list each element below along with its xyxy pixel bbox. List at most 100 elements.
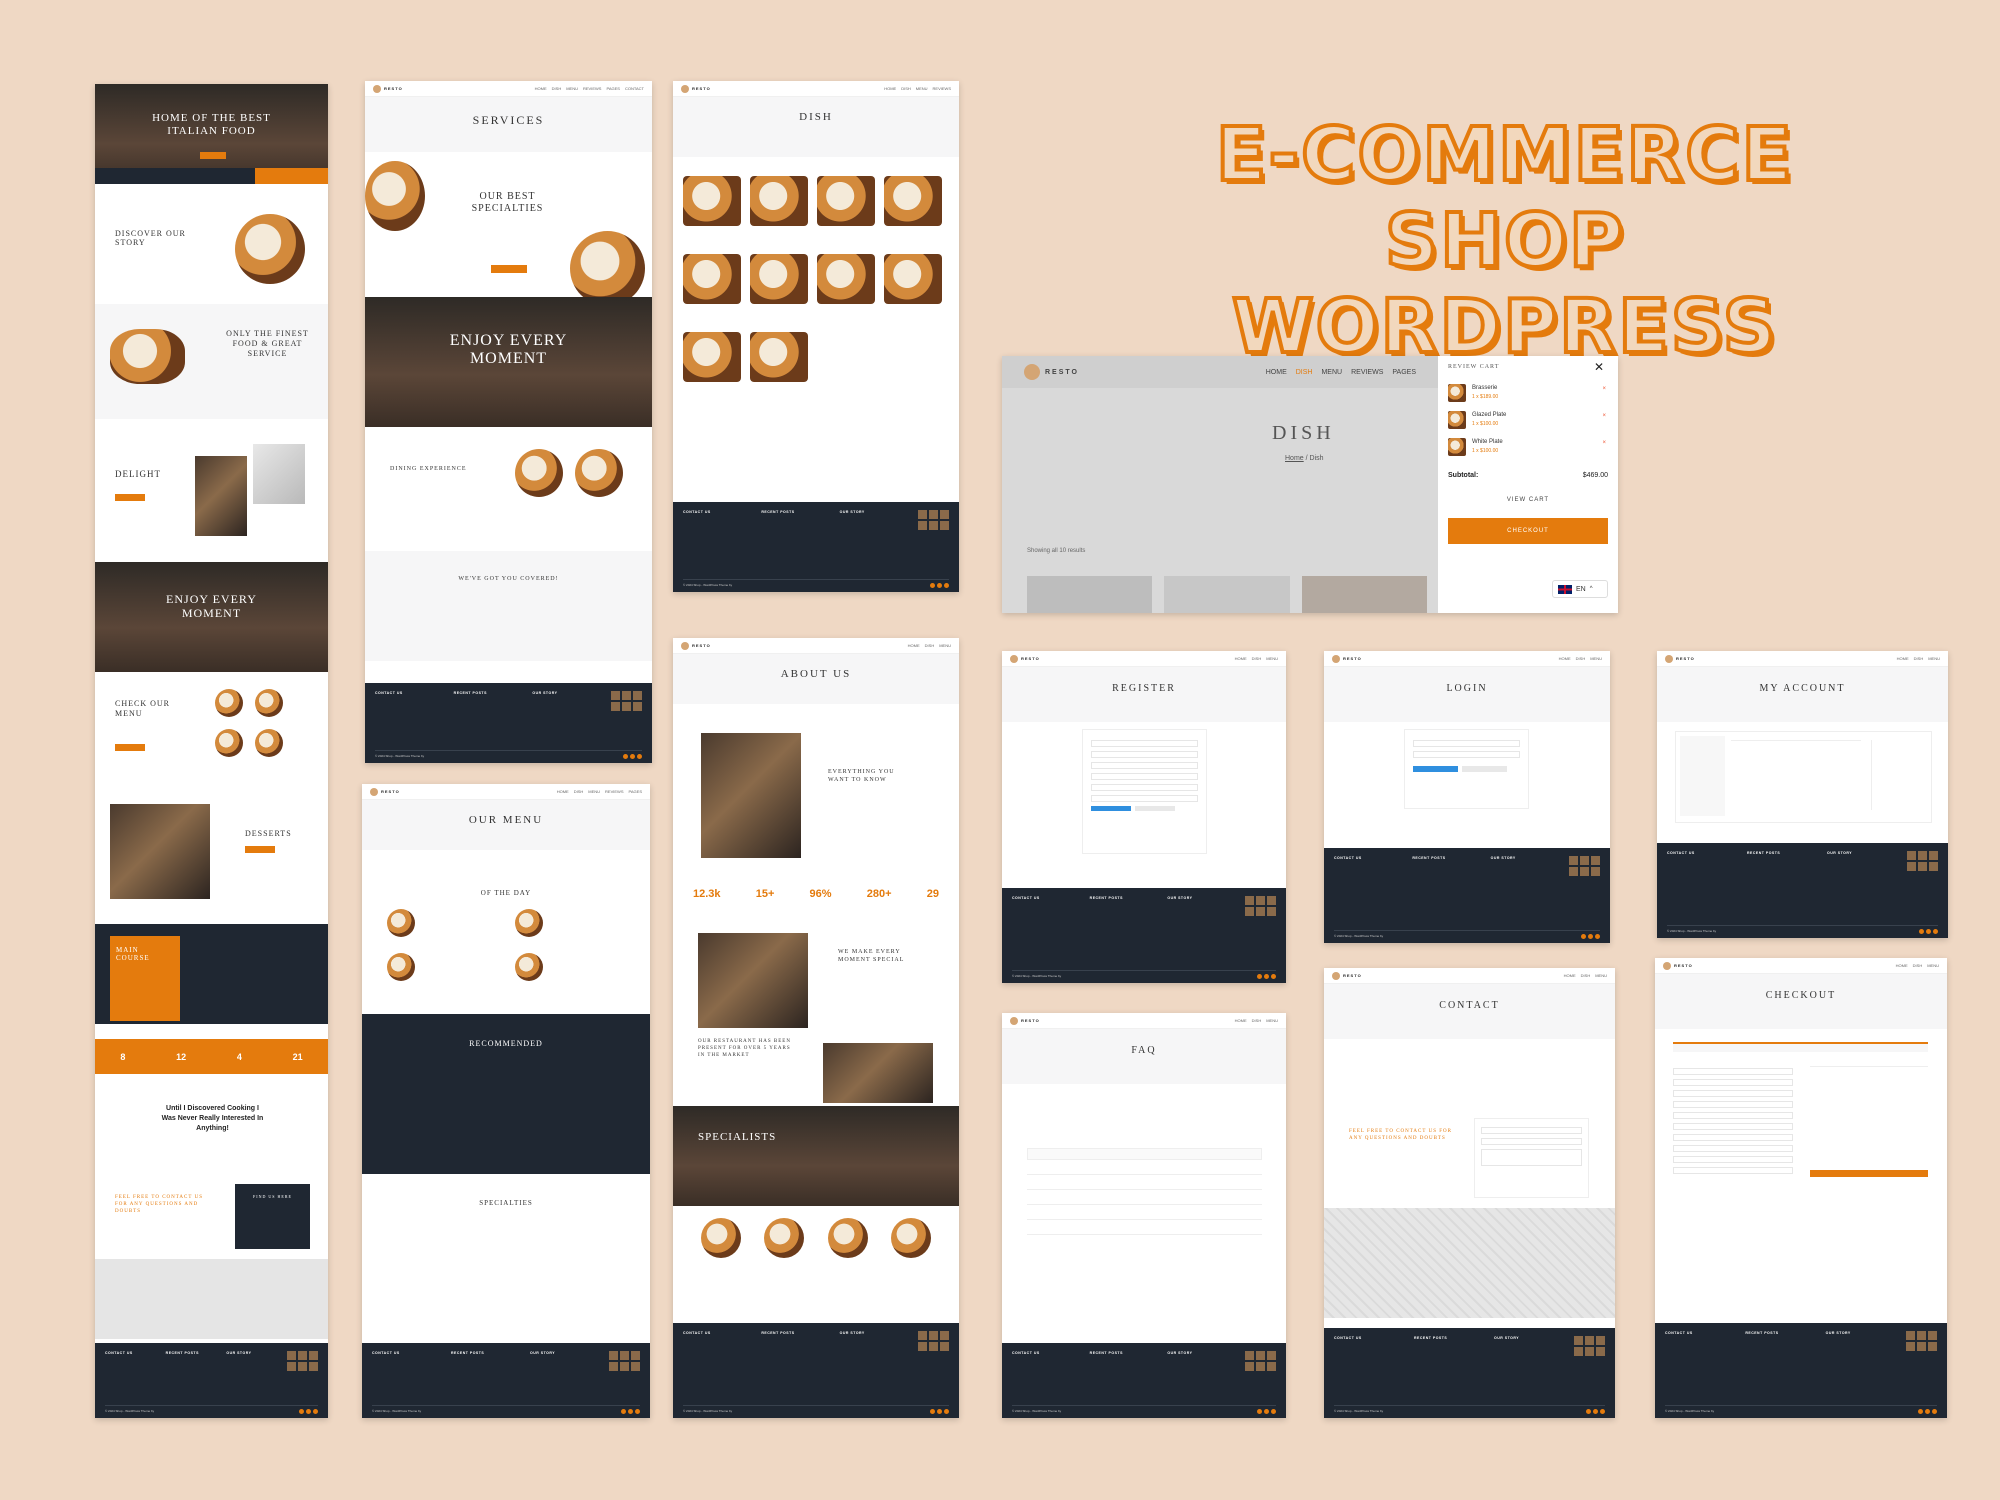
billing-field[interactable] [1673,1134,1793,1141]
contact-field[interactable] [1481,1149,1582,1166]
nav-dish[interactable]: DISH [1296,369,1313,376]
services-specialties-button[interactable] [491,265,527,273]
billing-field[interactable] [1673,1145,1793,1152]
register-submit-button[interactable] [1091,806,1131,811]
about-footer: CONTACT US RECENT POSTS OUR STORY © 2024 S… [673,1323,959,1418]
contact-head: FEEL FREE TO CONTACT US FOR ANY QUESTION… [1349,1129,1452,1141]
register-login-button[interactable] [1135,806,1175,811]
about-page-preview: RESTO HOME DISH MENU ABOUT US EVERYTHING Y… [673,638,959,1418]
contact-field[interactable] [1481,1127,1582,1134]
services-covered-section [365,551,652,661]
product-image[interactable] [817,176,875,226]
home-desserts-button[interactable] [245,846,275,853]
home-hero-button[interactable] [200,152,226,159]
product-image[interactable] [750,176,808,226]
home-menu-dish-1 [215,689,243,717]
cart-bg-breadcrumb: Home / Dish [1285,455,1324,462]
services-dining-dish-1 [515,449,563,497]
billing-field[interactable] [1673,1090,1793,1097]
account-title-band [1657,667,1948,722]
product-image[interactable] [750,332,808,382]
cart-item-name[interactable]: White Plate [1472,439,1503,445]
home-menu-button[interactable] [115,744,145,751]
username-field[interactable] [1413,740,1520,747]
billing-field[interactable] [1673,1167,1793,1174]
remove-icon[interactable]: × [1602,440,1606,446]
cart-subtotal-value: $469.00 [1582,472,1608,479]
team-avatar [827,1218,868,1258]
about-chef-image [701,733,801,858]
billing-field[interactable] [1673,1112,1793,1119]
product-image[interactable] [884,176,942,226]
cart-bg-showing: Showing all 10 results [1027,548,1086,554]
register-field[interactable] [1091,762,1198,769]
menu-day-list [387,909,627,989]
password-field[interactable] [1413,751,1520,758]
services-specialties-title: OUR BEST SPECIALTIES [471,191,544,214]
brand-logo[interactable]: RESTO [373,84,403,93]
billing-field[interactable] [1673,1068,1793,1075]
site-header: RESTO HOME DISH MENU [1002,1013,1286,1029]
register-field[interactable] [1091,740,1198,747]
faq-item[interactable] [1027,1148,1262,1160]
nav-home[interactable]: HOME [1266,369,1287,376]
brand-logo[interactable]: RESTO [1024,364,1079,380]
view-cart-button[interactable]: VIEW CART [1448,497,1608,503]
billing-field[interactable] [1673,1079,1793,1086]
contact-map[interactable] [1324,1208,1615,1318]
breadcrumb-home[interactable]: Home [1285,455,1304,462]
cart-item-name[interactable]: Brasserie [1472,385,1497,391]
product-image[interactable] [683,176,741,226]
headline: E-COMMERCE SHOP WORDPRESS [1095,110,1915,372]
cart-item-name[interactable]: Glazed Plate [1472,412,1506,418]
contact-field[interactable] [1481,1138,1582,1145]
footer-thumbs [287,1351,319,1371]
faq-item[interactable] [1027,1168,1262,1175]
contact-form [1474,1118,1589,1198]
register-link-button[interactable] [1462,766,1507,772]
faq-item[interactable] [1027,1213,1262,1220]
site-header: RESTO HOME DISH MENU [673,638,959,654]
faq-item[interactable] [1027,1198,1262,1205]
home-find-box: FIND US HERE [235,1184,310,1249]
home-reserve-box[interactable] [255,168,328,184]
billing-field[interactable] [1673,1101,1793,1108]
register-field[interactable] [1091,773,1198,780]
about-restaurant-image [823,1043,933,1103]
site-header: RESTO HOME DISH MENU REVIEWS [673,81,959,97]
language-switcher[interactable]: EN ^ [1552,580,1608,598]
register-field[interactable] [1091,784,1198,791]
billing-field[interactable] [1673,1156,1793,1163]
faq-item[interactable] [1027,1183,1262,1190]
services-salad-image [570,231,645,306]
services-page-preview: RESTO HOME DISH MENU REVIEWS PAGES CONTACT SE… [365,81,652,763]
product-image[interactable] [750,254,808,304]
nav-reviews[interactable]: REVIEWS [1351,369,1383,376]
product-image[interactable] [884,254,942,304]
home-delight-button[interactable] [115,494,145,501]
account-menu[interactable] [1871,740,1927,810]
product-image[interactable] [817,254,875,304]
place-order-button[interactable] [1810,1170,1928,1177]
register-field[interactable] [1091,795,1198,802]
home-menu-dish-2 [255,689,283,717]
remove-icon[interactable]: × [1602,386,1606,392]
product-image[interactable] [683,332,741,382]
social-icons[interactable] [299,1409,318,1414]
product-image[interactable] [683,254,741,304]
home-stat-3: 4 [236,1051,242,1062]
login-button[interactable] [1413,766,1458,772]
faq-item[interactable] [1027,1228,1262,1235]
billing-field[interactable] [1673,1123,1793,1130]
nav-pages[interactable]: PAGES [1392,369,1416,376]
main-nav[interactable]: HOME DISH MENU REVIEWS PAGES [1266,369,1416,376]
site-header: RESTO HOME DISH MENU [1657,651,1948,667]
close-icon[interactable]: ✕ [1594,360,1604,374]
faq-title-band [1002,1029,1286,1084]
register-field[interactable] [1091,751,1198,758]
checkout-button[interactable]: CHECKOUT [1448,518,1608,544]
main-nav[interactable]: HOME DISH MENU REVIEWS PAGES CONTACT [535,86,644,91]
remove-icon[interactable]: × [1602,413,1606,419]
nav-menu[interactable]: MENU [1321,369,1342,376]
home-menu-title: CHECK OUR MENU [115,699,171,718]
